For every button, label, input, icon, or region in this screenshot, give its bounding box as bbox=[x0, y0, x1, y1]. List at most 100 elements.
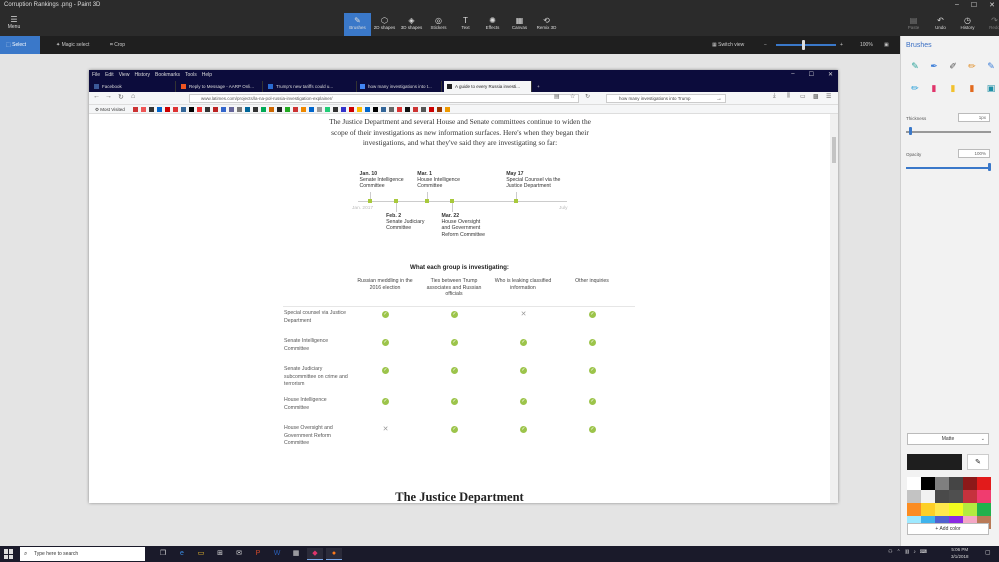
oil-brush-icon[interactable]: ✐ bbox=[948, 58, 958, 74]
color-swatch[interactable] bbox=[935, 503, 949, 516]
color-swatch[interactable] bbox=[977, 490, 991, 503]
tool-3d-shapes[interactable]: ◈ 3D shapes bbox=[398, 13, 425, 36]
color-swatch[interactable] bbox=[907, 503, 921, 516]
zoom-slider-handle[interactable] bbox=[802, 40, 805, 50]
bookmark-favicon-icon[interactable] bbox=[189, 107, 194, 112]
spray-can-icon[interactable]: ▮ bbox=[967, 80, 977, 96]
color-swatch[interactable] bbox=[907, 477, 921, 490]
calculator-icon[interactable]: ▦ bbox=[288, 548, 304, 560]
powerpoint-icon[interactable]: P bbox=[250, 548, 266, 560]
taskbar-clock[interactable]: 5:06 PM 3/1/2018 bbox=[951, 547, 969, 560]
browser-menu-history[interactable]: History bbox=[134, 72, 150, 78]
chevron-up-icon[interactable]: ⌃ bbox=[896, 549, 900, 555]
color-swatch[interactable] bbox=[921, 490, 935, 503]
browser-menu-tools[interactable]: Tools bbox=[185, 72, 197, 78]
zoom-out-button[interactable]: − bbox=[758, 36, 773, 54]
watercolor-icon[interactable]: ✏ bbox=[967, 58, 977, 74]
crayon-icon[interactable]: ▮ bbox=[948, 80, 958, 96]
bookmark-favicon-icon[interactable] bbox=[221, 107, 226, 112]
network-icon[interactable]: ▥ bbox=[905, 549, 910, 555]
bookmark-favicon-icon[interactable] bbox=[445, 107, 450, 112]
finish-dropdown[interactable]: Matte ⌄ bbox=[907, 433, 989, 445]
zoom-slider-track[interactable] bbox=[776, 44, 836, 46]
switch-view-button[interactable]: ▦ Switch view bbox=[706, 36, 750, 54]
bookmark-favicon-icon[interactable] bbox=[429, 107, 434, 112]
current-color-swatch[interactable] bbox=[907, 454, 962, 470]
word-icon[interactable]: W bbox=[269, 548, 285, 560]
add-color-button[interactable]: + Add color bbox=[907, 523, 989, 535]
color-swatch[interactable] bbox=[921, 503, 935, 516]
keyboard-icon[interactable]: ⌨ bbox=[920, 549, 927, 555]
browser-tab[interactable]: Facebook bbox=[91, 81, 176, 92]
bookmark-favicon-icon[interactable] bbox=[277, 107, 282, 112]
page-scrollbar[interactable] bbox=[830, 114, 838, 503]
people-icon[interactable]: ⚇ bbox=[888, 549, 892, 555]
bookmark-favicon-icon[interactable] bbox=[381, 107, 386, 112]
color-swatch[interactable] bbox=[963, 503, 977, 516]
tool-text[interactable]: T Text bbox=[452, 13, 479, 36]
bookmark-favicon-icon[interactable] bbox=[213, 107, 218, 112]
pixel-pen-icon[interactable]: ✎ bbox=[986, 58, 996, 74]
address-bar[interactable]: www.latimes.com/projects/la-na-pol-russi… bbox=[189, 94, 579, 103]
task-view-icon[interactable]: ❐ bbox=[155, 548, 171, 560]
zoom-in-button[interactable]: + bbox=[834, 36, 849, 54]
bookmark-favicon-icon[interactable] bbox=[141, 107, 146, 112]
browser-menu-edit[interactable]: Edit bbox=[105, 72, 114, 78]
paste-button[interactable]: ▤ Paste bbox=[900, 13, 927, 36]
magic-select-tool[interactable]: ✦ Magic select bbox=[50, 36, 95, 54]
taskbar-search[interactable]: ⌕ Type here to search bbox=[20, 547, 145, 561]
browser-search-field[interactable]: how many investigations into Trump → bbox=[606, 94, 726, 103]
reader-view-icon[interactable]: ▤ bbox=[554, 93, 560, 100]
browser-minimize-icon[interactable]: – bbox=[791, 71, 794, 78]
bookmark-star-icon[interactable]: ☆ bbox=[570, 93, 575, 100]
fill-bucket-icon[interactable]: ▣ bbox=[986, 80, 996, 96]
browser-screenshot[interactable]: File Edit View History Bookmarks Tools Help – … bbox=[89, 70, 838, 503]
tool-canvas[interactable]: ▦ Canvas bbox=[506, 13, 533, 36]
bookmark-favicon-icon[interactable] bbox=[309, 107, 314, 112]
close-icon[interactable]: ✕ bbox=[989, 1, 995, 9]
eyedropper-icon[interactable]: ✎ bbox=[967, 454, 989, 470]
calligraphy-pen-icon[interactable]: ✒ bbox=[929, 58, 939, 74]
opacity-slider-handle[interactable] bbox=[988, 163, 991, 171]
bookmark-favicon-icon[interactable] bbox=[437, 107, 442, 112]
notifications-icon[interactable]: ▢ bbox=[985, 549, 991, 556]
bookmark-favicon-icon[interactable] bbox=[333, 107, 338, 112]
bookmark-favicon-icon[interactable] bbox=[373, 107, 378, 112]
bookmark-favicon-icon[interactable] bbox=[181, 107, 186, 112]
downloads-icon[interactable]: ⤓ bbox=[773, 93, 776, 100]
browser-tab[interactable]: A guide to every Russia investi... bbox=[444, 81, 532, 92]
file-explorer-icon[interactable]: ▭ bbox=[193, 548, 209, 560]
reload-icon[interactable]: ↻ bbox=[118, 93, 124, 101]
color-swatch[interactable] bbox=[977, 503, 991, 516]
tool-2d-shapes[interactable]: ⬡ 2D shapes bbox=[371, 13, 398, 36]
browser-menu-icon[interactable]: ☰ bbox=[826, 93, 831, 100]
browser-menu-help[interactable]: Help bbox=[202, 72, 212, 78]
eraser-icon[interactable]: ▮ bbox=[929, 80, 939, 96]
bookmark-favicon-icon[interactable] bbox=[245, 107, 250, 112]
thickness-slider-track[interactable] bbox=[906, 131, 991, 133]
color-swatch[interactable] bbox=[963, 477, 977, 490]
browser-tab[interactable]: Trump's new tariffs could u... bbox=[265, 81, 357, 92]
bookmark-favicon-icon[interactable] bbox=[229, 107, 234, 112]
sidebar-icon[interactable]: ▭ bbox=[800, 93, 806, 100]
tool-remix-3d[interactable]: ⟲ Remix 3D bbox=[533, 13, 560, 36]
mail-icon[interactable]: ✉ bbox=[231, 548, 247, 560]
color-swatch[interactable] bbox=[963, 490, 977, 503]
bookmark-favicon-icon[interactable] bbox=[413, 107, 418, 112]
thickness-slider-handle[interactable] bbox=[909, 127, 912, 135]
bookmark-favicon-icon[interactable] bbox=[357, 107, 362, 112]
color-swatch[interactable] bbox=[935, 477, 949, 490]
fit-view-icon[interactable]: ▣ bbox=[878, 36, 895, 54]
crop-tool[interactable]: ⌗ Crop bbox=[104, 36, 131, 54]
bookmark-favicon-icon[interactable] bbox=[269, 107, 274, 112]
select-tool[interactable]: ⬚ Select bbox=[0, 36, 40, 54]
bookmark-favicon-icon[interactable] bbox=[149, 107, 154, 112]
minimize-icon[interactable]: – bbox=[955, 1, 959, 9]
history-button[interactable]: ◷ History bbox=[954, 13, 981, 36]
scrollbar-thumb[interactable] bbox=[832, 137, 836, 163]
firefox-icon[interactable]: ● bbox=[326, 548, 342, 560]
browser-close-icon[interactable]: ✕ bbox=[828, 71, 833, 78]
color-swatch[interactable] bbox=[935, 490, 949, 503]
bookmark-favicon-icon[interactable] bbox=[261, 107, 266, 112]
color-swatch[interactable] bbox=[977, 477, 991, 490]
